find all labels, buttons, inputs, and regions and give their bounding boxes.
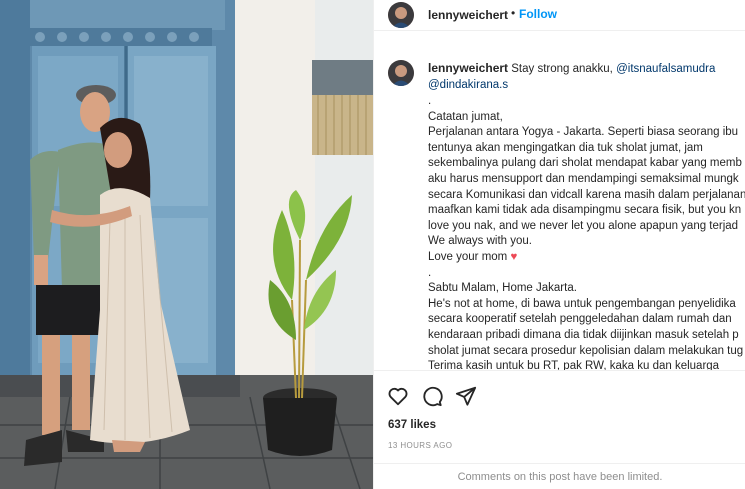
comments-limited-notice: Comments on this post have been limited. <box>374 463 745 489</box>
photo-illustration <box>0 0 373 489</box>
paper-plane-icon[interactable] <box>455 385 477 407</box>
caption-section: lennyweichert Stay strong anakku, @itsna… <box>374 52 745 370</box>
separator-dot: • <box>511 6 516 20</box>
caption-body: . Catatan jumat, Perjalanan antara Yogya… <box>428 95 745 263</box>
username-link[interactable]: lennyweichert <box>428 8 508 22</box>
post-header: lennyweichert • Follow <box>374 0 745 31</box>
action-bar: 637 likes 13 HOURS AGO Comments on this … <box>374 370 745 489</box>
heart-emoji-icon: ♥ <box>510 250 518 263</box>
caption-avatar[interactable] <box>388 60 414 86</box>
comment-bubble-icon[interactable] <box>421 385 443 407</box>
mention-link[interactable]: @dindakirana.s <box>428 79 508 91</box>
caption-heading: lennyweichert Stay strong anakku, @itsna… <box>428 60 745 93</box>
post-panel: lennyweichert • Follow lennyweichert Sta… <box>373 0 745 489</box>
mention-link[interactable]: @itsnaufalsamudra <box>616 63 715 75</box>
caption-text: . Catatan jumat, Perjalanan antara Yogya… <box>428 94 745 370</box>
like-count[interactable]: 637 likes <box>388 419 436 431</box>
heart-outline-icon[interactable] <box>387 385 409 407</box>
avatar[interactable] <box>388 2 414 28</box>
caption-username-link[interactable]: lennyweichert <box>428 61 508 75</box>
post-photo[interactable] <box>0 0 373 489</box>
caption-intro: Stay strong anakku, <box>511 63 613 75</box>
follow-button[interactable]: Follow <box>519 7 557 21</box>
caption-body-continued: . Sabtu Malam, Home Jakarta. He's not at… <box>428 266 744 370</box>
post-timestamp: 13 HOURS AGO <box>388 441 453 450</box>
